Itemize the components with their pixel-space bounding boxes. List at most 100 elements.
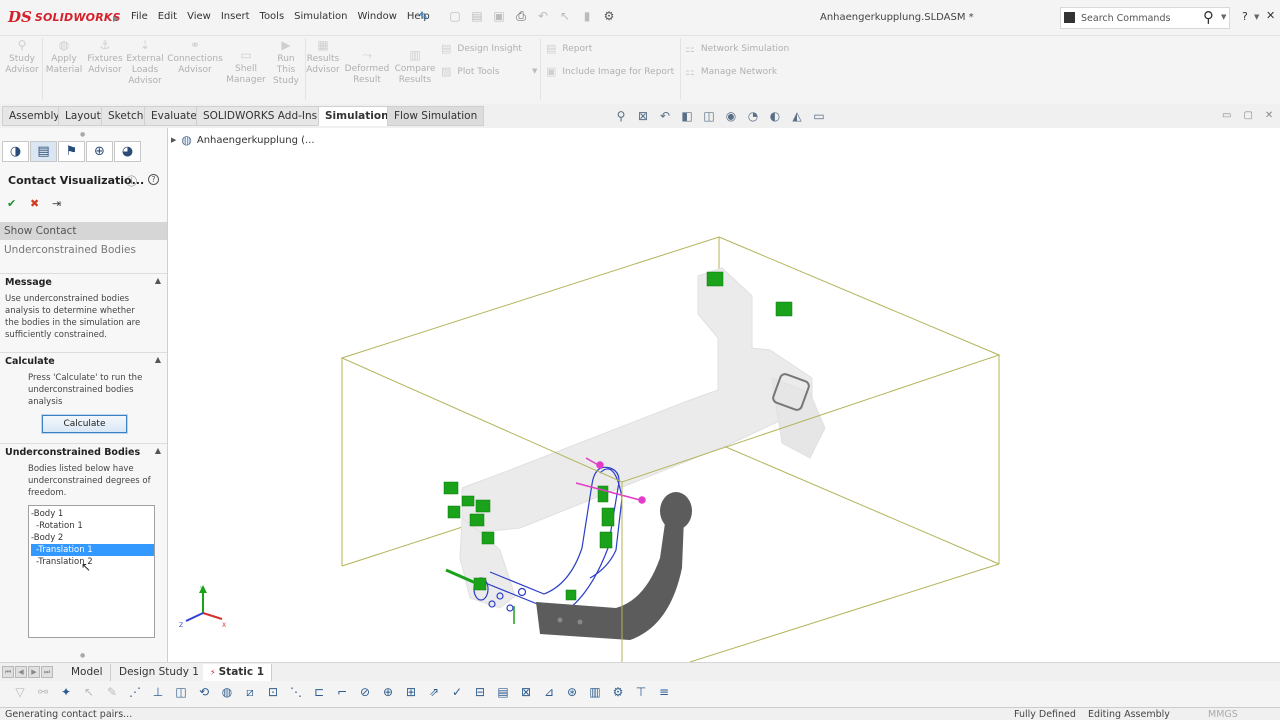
zoom-to-area-icon[interactable]: ⊠ xyxy=(635,109,651,123)
tab-flow-simulation[interactable]: Flow Simulation xyxy=(387,106,485,126)
chart-icon[interactable]: ▥ xyxy=(587,685,603,701)
menu-tools[interactable]: Tools xyxy=(256,11,289,22)
box-select-icon[interactable]: ⊏ xyxy=(311,685,327,701)
feature-tree-root[interactable]: ▶ ◍ Anhaengerkupplung (... xyxy=(171,133,315,147)
measure-icon[interactable]: ⊿ xyxy=(541,685,557,701)
graphics-area[interactable] xyxy=(170,128,1280,663)
arrow-icon[interactable]: ⇗ xyxy=(426,685,442,701)
study-advisor-button[interactable]: ⚲ Study Advisor xyxy=(2,39,42,76)
underconstrained-bodies-list[interactable]: -Body 1 -Rotation 1 -Body 2 -Translation… xyxy=(28,505,155,638)
menu-insert[interactable]: Insert xyxy=(217,11,254,22)
search-icon[interactable]: ⚲ xyxy=(1203,8,1214,26)
menu-view[interactable]: View xyxy=(183,11,215,22)
logo-expand-arrow-icon[interactable]: ▶ xyxy=(113,14,119,23)
deformed-result-button[interactable]: ⤳ Deformed Result xyxy=(343,49,391,86)
fixtures-advisor-button[interactable]: ⚓ Fixtures Advisor xyxy=(85,39,125,76)
target-icon[interactable]: ⊕ xyxy=(380,685,396,701)
plot-tools-button[interactable]: ▨ Plot Tools xyxy=(441,65,499,78)
help-button[interactable]: ? xyxy=(1242,10,1248,23)
collapse-caret-icon[interactable]: ▲ xyxy=(155,446,161,455)
underconstrained-section-header[interactable]: Underconstrained Bodies ▲ xyxy=(0,443,167,460)
display-style-icon[interactable]: ◉ xyxy=(723,109,739,123)
help-icon[interactable]: ? xyxy=(148,174,159,185)
undo-icon[interactable]: ↶ xyxy=(535,9,551,24)
tab-model[interactable]: Model xyxy=(64,664,111,681)
link-icon[interactable]: ⚯ xyxy=(35,685,51,701)
manage-network-button[interactable]: ⚏ Manage Network xyxy=(685,65,777,78)
design-insight-button[interactable]: ▤ Design Insight xyxy=(441,42,522,55)
feature-manager-tab-icon[interactable]: ◑ xyxy=(2,141,29,162)
menu-file[interactable]: File xyxy=(127,11,152,22)
menu-simulation[interactable]: Simulation xyxy=(290,11,351,22)
close-viewport-icon[interactable]: ✕ xyxy=(1265,110,1273,121)
grid-icon[interactable]: ⊟ xyxy=(472,685,488,701)
panel-grip-icon[interactable]: ● xyxy=(80,652,85,659)
pointer-icon[interactable]: ↖ xyxy=(81,685,97,701)
hide-show-items-icon[interactable]: ◔ xyxy=(745,109,761,123)
panel-grip-icon[interactable]: ● xyxy=(80,131,85,138)
search-scope-icon[interactable] xyxy=(1064,12,1075,23)
help-dropdown-icon[interactable]: ▼ xyxy=(1254,13,1259,21)
corner-icon[interactable]: ⌐ xyxy=(334,685,350,701)
reference-triad[interactable]: Y X Z xyxy=(178,583,228,629)
gear-icon[interactable]: ⚙ xyxy=(610,685,626,701)
tab-static-study[interactable]: ⚡ Static 1 xyxy=(203,664,273,681)
bar-icon[interactable]: ≡ xyxy=(656,685,672,701)
apply-material-button[interactable]: ◍ Apply Material xyxy=(44,39,84,76)
edge-icon[interactable]: ⊥ xyxy=(150,685,166,701)
axis-icon[interactable]: ⋱ xyxy=(288,685,304,701)
restore-icon[interactable]: ▭ xyxy=(1222,110,1231,121)
save-icon[interactable]: ▣ xyxy=(491,9,507,24)
scale-icon[interactable]: ⊠ xyxy=(518,685,534,701)
message-section-header[interactable]: Message ▲ xyxy=(0,273,167,290)
previous-view-icon[interactable]: ↶ xyxy=(657,109,673,123)
edit-icon[interactable]: ✎ xyxy=(104,685,120,701)
display-manager-tab-icon[interactable]: ◕ xyxy=(114,141,141,162)
layers-icon[interactable]: ▤ xyxy=(495,685,511,701)
tab-evaluate[interactable]: Evaluate xyxy=(144,106,204,126)
tab-design-study[interactable]: Design Study 1 xyxy=(112,664,207,681)
search-dropdown-icon[interactable]: ▼ xyxy=(1221,13,1226,21)
external-loads-advisor-button[interactable]: ⇣ External Loads Advisor xyxy=(125,39,165,87)
search-input[interactable]: Search Commands xyxy=(1081,13,1170,24)
compare-results-button[interactable]: ▥ Compare Results xyxy=(393,49,437,86)
slash-icon[interactable]: ⧄ xyxy=(242,685,258,701)
run-this-study-button[interactable]: ▶ Run This Study xyxy=(268,39,304,87)
maximize-icon[interactable]: ▢ xyxy=(1243,110,1252,121)
face-icon[interactable]: ◫ xyxy=(173,685,189,701)
edit-appearance-icon[interactable]: ◐ xyxy=(767,109,783,123)
shell-manager-button[interactable]: ▭ Shell Manager xyxy=(226,49,266,86)
tab-assembly[interactable]: Assembly xyxy=(2,106,67,126)
tab-solidworks-addins[interactable]: SOLIDWORKS Add-Ins xyxy=(196,106,325,126)
rotate-icon[interactable]: ⟲ xyxy=(196,685,212,701)
vertex-icon[interactable]: ⋰ xyxy=(127,685,143,701)
cancel-x-icon[interactable]: ✖ xyxy=(30,197,39,210)
print-icon[interactable]: ⎙ xyxy=(513,9,529,24)
include-image-button[interactable]: ▣ Include Image for Report xyxy=(546,65,674,78)
underconstrained-bodies-option[interactable]: Underconstrained Bodies xyxy=(4,244,136,256)
prev-tab-icon[interactable]: ◀ xyxy=(15,666,27,678)
frame-icon[interactable]: ⊞ xyxy=(403,685,419,701)
check-icon[interactable]: ✓ xyxy=(449,685,465,701)
list-item[interactable]: -Rotation 1 xyxy=(31,520,154,532)
tab-sketch[interactable]: Sketch xyxy=(101,106,151,126)
collapse-caret-icon[interactable]: ▲ xyxy=(155,276,161,285)
options-gear-icon[interactable]: ⚙ xyxy=(601,9,617,24)
solidworks-logo[interactable]: DS SOLIDWORKS xyxy=(8,8,121,26)
menu-edit[interactable]: Edit xyxy=(154,11,181,22)
section-view-icon[interactable]: ◧ xyxy=(679,109,695,123)
pushpin-icon[interactable]: ⇥ xyxy=(52,197,61,210)
sphere-icon[interactable]: ◍ xyxy=(219,685,235,701)
report-button[interactable]: ▤ Report xyxy=(546,42,592,55)
open-document-icon[interactable]: ▤ xyxy=(469,9,485,24)
view-settings-icon[interactable]: ▭ xyxy=(811,109,827,123)
split-icon[interactable]: ⊘ xyxy=(357,685,373,701)
unit-system[interactable]: MMGS xyxy=(1208,709,1238,720)
view-orientation-icon[interactable]: ◫ xyxy=(701,109,717,123)
plane-icon[interactable]: ⊡ xyxy=(265,685,281,701)
rebuild-icon[interactable]: ▮ xyxy=(579,9,595,24)
results-advisor-button[interactable]: ▦ Results Advisor xyxy=(305,39,341,76)
dimxpert-manager-tab-icon[interactable]: ⊕ xyxy=(86,141,113,162)
configuration-manager-tab-icon[interactable]: ⚑ xyxy=(58,141,85,162)
next-tab-icon[interactable]: ▶ xyxy=(28,666,40,678)
